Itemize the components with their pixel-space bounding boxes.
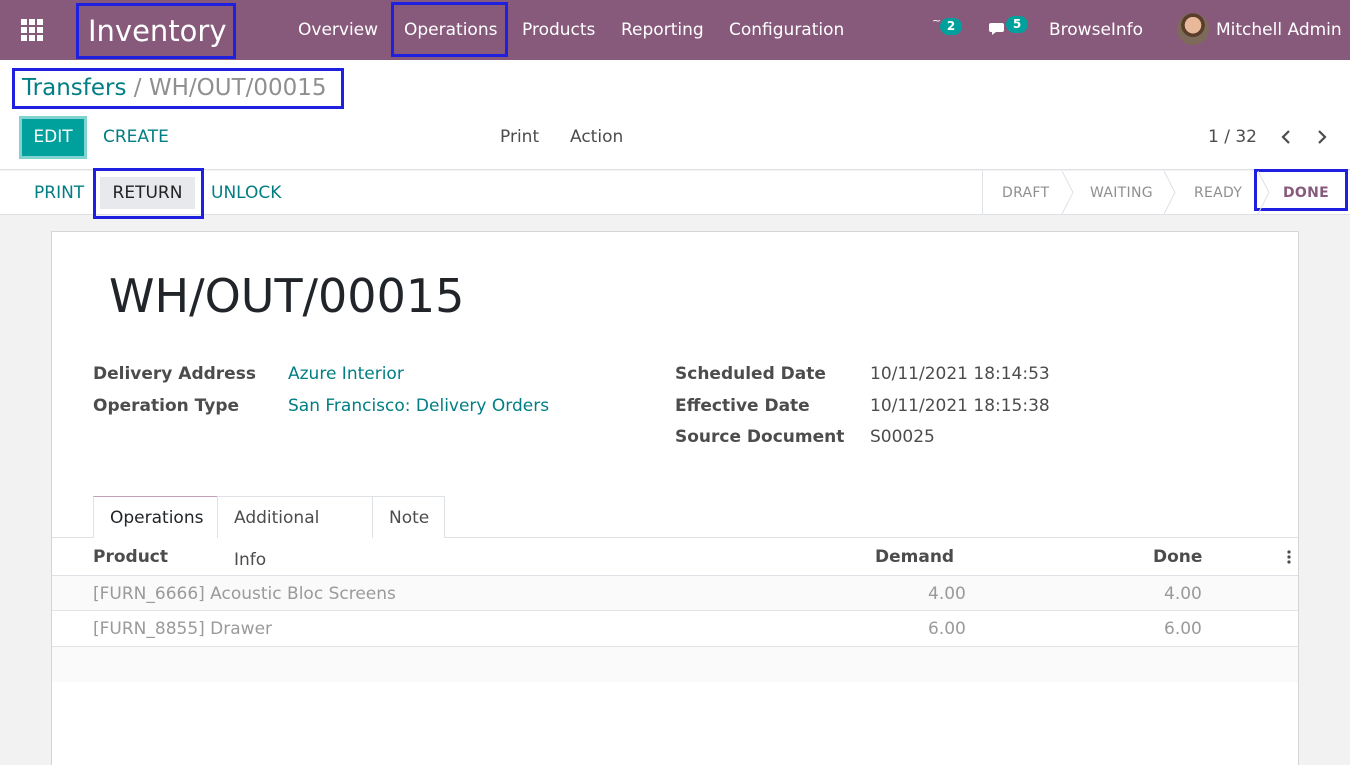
app-grid-icon[interactable] [21, 19, 43, 41]
menu-overview[interactable]: Overview [298, 0, 378, 60]
field-label-operation-type: Operation Type [93, 396, 240, 416]
stage-draft[interactable]: DRAFT [1002, 185, 1049, 201]
messages-badge: 5 [1006, 16, 1028, 33]
user-menu[interactable]: Mitchell Admin [1216, 0, 1342, 60]
app-title[interactable]: Inventory [76, 3, 236, 59]
pager-value[interactable]: 1 / 32 [1208, 126, 1257, 148]
action-dropdown[interactable]: Action [570, 126, 623, 148]
row-product: [FURN_8855] Drawer [93, 619, 273, 639]
edit-button[interactable]: EDIT [19, 116, 87, 159]
record-title: WH/OUT/00015 [109, 269, 465, 323]
stage-ready[interactable]: READY [1194, 185, 1242, 201]
delivery-address-link[interactable]: Azure Interior [288, 363, 404, 385]
stage-waiting[interactable]: WAITING [1090, 185, 1153, 201]
source-document-value: S00025 [870, 427, 935, 447]
unlock-button[interactable]: UNLOCK [211, 183, 281, 203]
field-label-effective-date: Effective Date [675, 396, 810, 416]
row-demand: 6.00 [928, 619, 966, 639]
chevron-right-icon[interactable] [1316, 129, 1328, 145]
scheduled-date-value: 10/11/2021 18:14:53 [870, 364, 1050, 384]
company-switcher[interactable]: BrowseInfo [1049, 0, 1143, 60]
row-done: 6.00 [1164, 619, 1202, 639]
breadcrumb-separator: / [133, 75, 142, 101]
tab-operations[interactable]: Operations [93, 496, 218, 538]
operation-type-link[interactable]: San Francisco: Delivery Orders [288, 395, 549, 417]
field-label-source-document: Source Document [675, 427, 845, 447]
effective-date-value: 10/11/2021 18:15:38 [870, 396, 1050, 416]
print-dropdown[interactable]: Print [500, 126, 539, 148]
menu-operations[interactable]: Operations [404, 0, 497, 60]
tab-note[interactable]: Note [372, 496, 445, 538]
print-button[interactable]: PRINT [34, 183, 84, 203]
menu-products[interactable]: Products [522, 0, 595, 60]
table-empty-row [52, 647, 1298, 682]
activity-badge: 2 [940, 18, 962, 35]
tab-additional-info[interactable]: Additional Info [217, 496, 373, 570]
field-label-scheduled-date: Scheduled Date [675, 364, 826, 384]
row-demand: 4.00 [928, 584, 966, 604]
menu-reporting[interactable]: Reporting [621, 0, 704, 60]
breadcrumb: Transfers / WH/OUT/00015 [12, 68, 344, 109]
column-demand[interactable]: Demand [875, 546, 954, 568]
column-product[interactable]: Product [93, 546, 168, 568]
field-label-delivery-address: Delivery Address [93, 364, 256, 384]
chevron-left-icon[interactable] [1280, 129, 1292, 145]
create-button[interactable]: CREATE [103, 126, 169, 148]
return-button[interactable]: RETURN [100, 177, 195, 209]
stage-done: DONE [1283, 185, 1330, 201]
stage-separator-icon [1163, 171, 1176, 214]
stage-separator-icon [1257, 171, 1270, 214]
column-done[interactable]: Done [1153, 546, 1202, 568]
row-product: [FURN_6666] Acoustic Bloc Screens [93, 584, 396, 604]
column-options-icon[interactable] [1287, 550, 1291, 564]
breadcrumb-transfers[interactable]: Transfers [22, 75, 126, 101]
stage-separator-icon [1061, 171, 1074, 214]
row-done: 4.00 [1164, 584, 1202, 604]
chat-icon[interactable] [989, 20, 1007, 38]
menu-configuration[interactable]: Configuration [729, 0, 844, 60]
user-avatar[interactable] [1177, 13, 1209, 45]
breadcrumb-current: WH/OUT/00015 [148, 75, 327, 101]
